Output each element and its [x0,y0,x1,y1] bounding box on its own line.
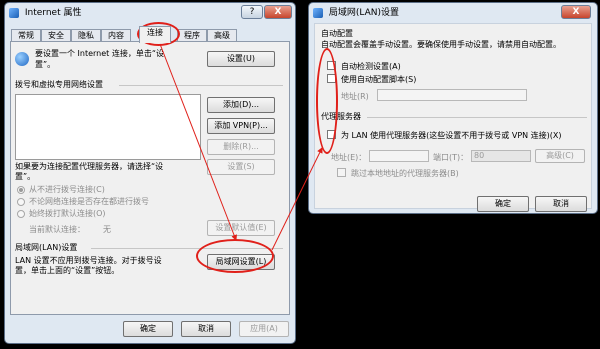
radio-dial-when-no-network-label: 不论网络连接是否存在都进行拨号 [29,197,149,206]
proxy-text-2: 置”。 [15,172,36,181]
divider [367,117,587,118]
connections-list[interactable] [15,94,201,160]
remove-button[interactable]: 删除(R)... [207,139,275,155]
current-default-label: 当前默认连接： [29,225,85,234]
tab-panel: 要设置一个 Internet 连接，单击“设 置”。 设置(U) 拨号和虚拟专用… [10,41,290,315]
close-button[interactable]: X [561,5,591,19]
ok-button[interactable]: 确定 [477,196,529,212]
lan-text-2: 置，单击上面的“设置”按钮。 [15,266,120,275]
dialup-header: 拨号和虚拟专用网络设置 [15,80,103,89]
radio-dial-when-no-network[interactable] [17,198,25,206]
set-default-button[interactable]: 设置默认值(E) [207,220,275,236]
radio-always-dial[interactable] [17,210,25,218]
proxy-address-label: 地址(E)： [331,153,367,162]
proxy-address-input[interactable] [369,150,429,162]
highlight-checkboxes [316,48,338,154]
internet-options-window: Internet 属性 ? X 常规 安全 隐私 内容 连接 程序 高级 要设置… [4,2,296,344]
script-address-label: 地址(R) [341,92,369,101]
proxy-port-input[interactable]: 80 [471,150,531,162]
bypass-local-label: 跳过本地地址的代理服务器(B) [351,169,459,178]
help-button[interactable]: ? [241,5,263,19]
settings-button[interactable]: 设置(S) [207,159,275,175]
apply-button[interactable]: 应用(A) [239,321,289,337]
add-vpn-button[interactable]: 添加 VPN(P)... [207,118,275,134]
window-title: 局域网(LAN)设置 [328,8,400,18]
cancel-button[interactable]: 取消 [535,196,587,212]
divider [119,85,283,86]
setup-text-1: 要设置一个 Internet 连接，单击“设 [35,49,164,58]
current-default-value: 无 [103,225,111,234]
auto-config-header: 自动配置 [321,29,353,38]
use-proxy-label: 为 LAN 使用代理服务器(这些设置不用于拨号或 VPN 连接)(X) [341,131,562,140]
setup-button[interactable]: 设置(U) [207,51,275,67]
advanced-button[interactable]: 高级(C) [535,149,585,163]
ie-icon [9,8,19,18]
tab-connections[interactable]: 连接 [139,26,171,43]
title-bar[interactable]: 局域网(LAN)设置 [313,4,593,22]
ok-button[interactable]: 确定 [123,321,173,337]
close-button[interactable]: X [264,5,292,19]
radio-always-dial-label: 始终拨打默认连接(O) [29,209,106,218]
dialog-body: 自动配置 自动配置会覆盖手动设置。要确保使用手动设置，请禁用自动配置。 自动检测… [314,23,592,212]
globe-icon [15,52,29,66]
lan-header: 局域网(LAN)设置 [15,243,78,252]
bypass-local-checkbox[interactable] [337,168,346,177]
proxy-port-label: 端口(T)： [433,153,469,162]
lan-settings-window: 局域网(LAN)设置 X 自动配置 自动配置会覆盖手动设置。要确保使用手动设置，… [308,2,598,214]
radio-never-dial-label: 从不进行拨号连接(C) [29,185,105,194]
radio-never-dial[interactable] [17,186,25,194]
cancel-button[interactable]: 取消 [181,321,231,337]
ie-icon [313,8,323,18]
setup-text-2: 置”。 [35,60,56,69]
proxy-text-1: 如果要为连接配置代理服务器，请选择“设 [15,162,164,171]
auto-detect-label: 自动检测设置(A) [341,62,401,71]
highlight-lan-settings-button [196,239,274,273]
auto-script-label: 使用自动配置脚本(S) [341,75,417,84]
script-address-input[interactable] [377,89,527,101]
add-button[interactable]: 添加(D)... [207,97,275,113]
window-title: Internet 属性 [24,8,82,18]
auto-config-description: 自动配置会覆盖手动设置。要确保使用手动设置，请禁用自动配置。 [321,40,561,49]
